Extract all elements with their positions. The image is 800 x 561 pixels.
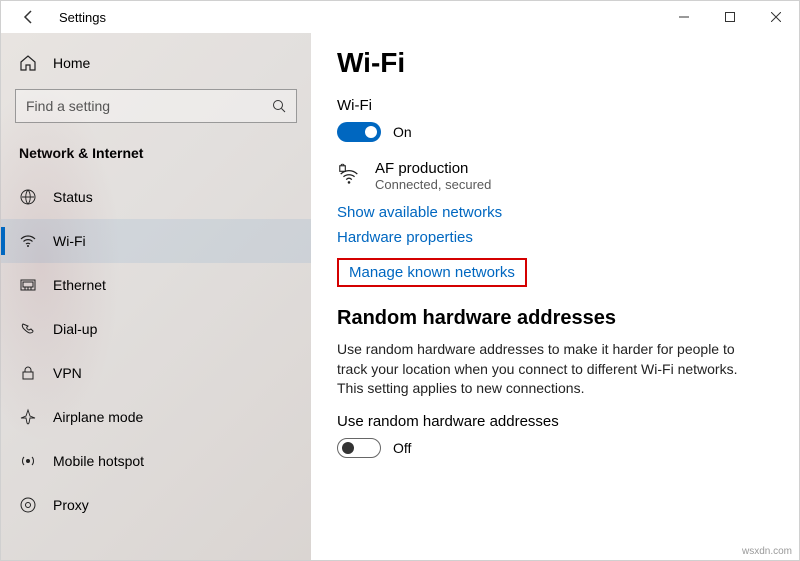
home-label: Home	[53, 55, 90, 71]
sidebar-item-label: Proxy	[53, 497, 89, 513]
proxy-icon	[19, 496, 37, 514]
sidebar-item-label: Mobile hotspot	[53, 453, 144, 469]
wifi-icon	[19, 232, 37, 250]
current-network[interactable]: AF production Connected, secured	[337, 160, 773, 192]
status-icon	[19, 188, 37, 206]
hardware-properties-link[interactable]: Hardware properties	[337, 229, 773, 246]
search-box[interactable]	[15, 89, 297, 123]
airplane-icon	[19, 408, 37, 426]
minimize-icon	[679, 12, 689, 22]
search-input[interactable]	[26, 98, 272, 114]
wifi-toggle-state: On	[393, 124, 412, 140]
network-status: Connected, secured	[375, 177, 491, 192]
back-button[interactable]	[13, 1, 45, 33]
wifi-secure-icon	[337, 160, 361, 188]
watermark: wsxdn.com	[742, 546, 792, 557]
sidebar-item-label: Airplane mode	[53, 409, 143, 425]
random-heading: Random hardware addresses	[337, 307, 773, 330]
random-toggle-label: Use random hardware addresses	[337, 413, 773, 430]
hotspot-icon	[19, 452, 37, 470]
network-name: AF production	[375, 160, 491, 177]
dialup-icon	[19, 320, 37, 338]
manage-known-networks-link[interactable]: Manage known networks	[349, 264, 515, 281]
sidebar-item-status[interactable]: Status	[1, 175, 311, 219]
sidebar-item-wifi[interactable]: Wi-Fi	[1, 219, 311, 263]
vpn-icon	[19, 364, 37, 382]
close-button[interactable]	[753, 1, 799, 33]
sidebar-item-dialup[interactable]: Dial-up	[1, 307, 311, 351]
sidebar-item-airplane[interactable]: Airplane mode	[1, 395, 311, 439]
maximize-button[interactable]	[707, 1, 753, 33]
wifi-label: Wi-Fi	[337, 97, 773, 114]
close-icon	[771, 12, 781, 22]
sidebar-item-ethernet[interactable]: Ethernet	[1, 263, 311, 307]
random-description: Use random hardware addresses to make it…	[337, 340, 767, 399]
sidebar-item-hotspot[interactable]: Mobile hotspot	[1, 439, 311, 483]
sidebar-item-proxy[interactable]: Proxy	[1, 483, 311, 527]
ethernet-icon	[19, 276, 37, 294]
random-toggle-state: Off	[393, 440, 411, 456]
maximize-icon	[725, 12, 735, 22]
sidebar-item-label: Status	[53, 189, 93, 205]
show-available-link[interactable]: Show available networks	[337, 204, 773, 221]
wifi-toggle[interactable]	[337, 122, 381, 142]
sidebar-item-label: Ethernet	[53, 277, 106, 293]
home-icon	[19, 54, 37, 72]
page-title: Wi-Fi	[337, 47, 773, 79]
sidebar-item-vpn[interactable]: VPN	[1, 351, 311, 395]
sidebar-item-label: VPN	[53, 365, 82, 381]
home-button[interactable]: Home	[1, 43, 311, 83]
titlebar: Settings	[1, 1, 799, 33]
category-heading: Network & Internet	[1, 137, 311, 175]
arrow-left-icon	[21, 9, 37, 25]
search-icon	[272, 99, 286, 113]
main-content: Wi-Fi Wi-Fi On AF production Connected, …	[311, 33, 799, 560]
sidebar: Home Network & Internet Status Wi-Fi Eth…	[1, 33, 311, 560]
window-title: Settings	[59, 10, 106, 25]
random-toggle[interactable]	[337, 438, 381, 458]
sidebar-item-label: Wi-Fi	[53, 233, 86, 249]
sidebar-item-label: Dial-up	[53, 321, 97, 337]
minimize-button[interactable]	[661, 1, 707, 33]
highlight-box: Manage known networks	[337, 258, 527, 287]
